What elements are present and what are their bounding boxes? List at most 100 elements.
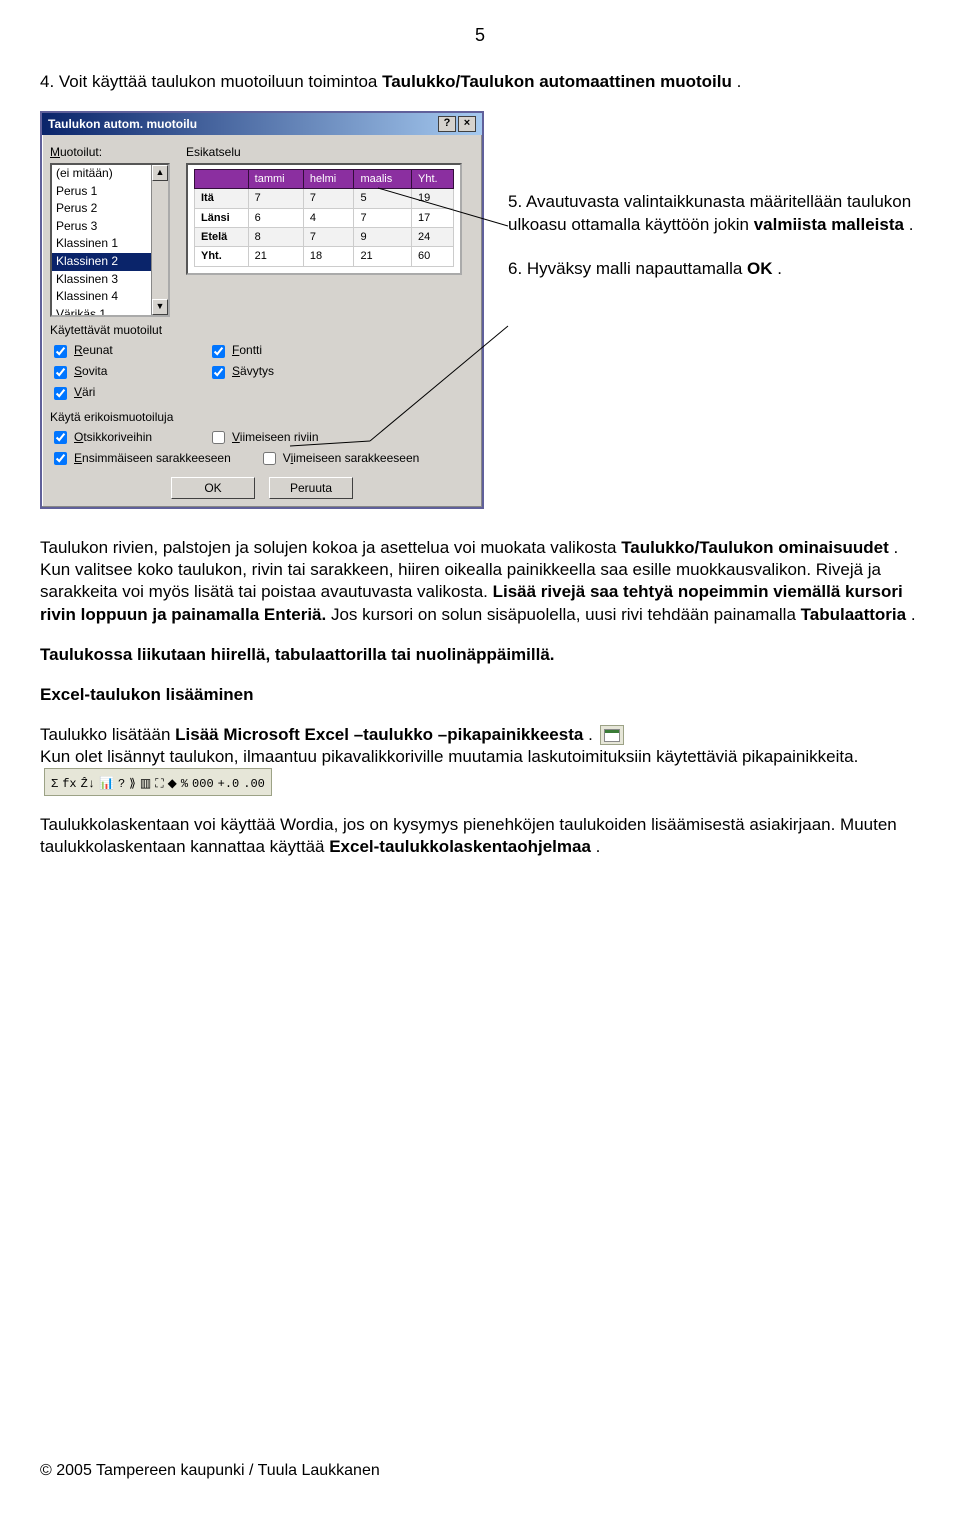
preview-cell: Etelä [195, 227, 249, 246]
main-text3: Jos kursori on solun sisäpuolella, uusi … [331, 605, 801, 624]
checkbox-label: Ensimmäiseen sarakkeeseen [74, 451, 231, 467]
preview-col-header: tammi [248, 170, 303, 189]
copyright-icon: © [40, 1462, 52, 1479]
toolbar-button-icon: Ẑ↓ [81, 777, 95, 793]
checkbox-input[interactable] [54, 431, 67, 444]
preview-col-header: maalis [354, 170, 412, 189]
dialog-title: Taulukon autom. muotoilu [48, 117, 197, 133]
ok-button[interactable]: OK [171, 477, 255, 499]
preview-cell: 4 [303, 208, 354, 227]
formats-label: Muotoilut: [50, 145, 170, 161]
formats-listbox[interactable]: (ei mitään)Perus 1Perus 2Perus 3Klassine… [50, 163, 170, 317]
checkbox-option[interactable]: Otsikkoriveihin [50, 428, 180, 447]
checkbox-input[interactable] [263, 452, 276, 465]
preview-cell: 8 [248, 227, 303, 246]
preview-cell: 60 [412, 247, 454, 266]
preview-cell: 5 [354, 189, 412, 208]
preview-cell: 21 [248, 247, 303, 266]
excel1-suffix: . [588, 725, 597, 744]
toolbar-button-icon: .00 [243, 777, 265, 793]
excel1-bold: Lisää Microsoft Excel –taulukko –pikapai… [175, 725, 583, 744]
preview-cell: 19 [412, 189, 454, 208]
checkbox-option[interactable]: Sovita [50, 363, 180, 382]
checkbox-option[interactable]: Sävytys [208, 363, 338, 382]
checkbox-input[interactable] [54, 345, 67, 358]
preview-table: tammihelmimaalisYht.Itä77519Länsi64717Et… [194, 169, 454, 266]
used-formats-label: Käytettävät muotoilut [50, 323, 474, 339]
preview-cell: 7 [248, 189, 303, 208]
titlebar-help-button[interactable]: ? [438, 116, 456, 132]
step4-text: 4. Voit käyttää taulukon muotoiluun toim… [40, 72, 382, 91]
autoformat-dialog: Taulukon autom. muotoilu ? × Muotoilut: … [40, 111, 484, 509]
step4-paragraph: 4. Voit käyttää taulukon muotoiluun toim… [40, 71, 920, 93]
toolbar-button-icon: ⛶ [155, 777, 163, 793]
preview-cell: 21 [354, 247, 412, 266]
preview-box: tammihelmimaalisYht.Itä77519Länsi64717Et… [186, 163, 462, 274]
preview-col-header: Yht. [412, 170, 454, 189]
excel-toolbar-icons: ΣfxẐ↓📊?⟫▥⛶◆%000+.0.00 [44, 768, 272, 796]
titlebar-close-button[interactable]: × [458, 116, 476, 132]
checkbox-option[interactable]: Fontti [208, 342, 338, 361]
footer: © 2005 Tampereen kaupunki / Tuula Laukka… [40, 1461, 380, 1482]
toolbar-button-icon: +.0 [218, 777, 240, 793]
excel1-prefix: Taulukko lisätään [40, 725, 175, 744]
checkbox-input[interactable] [212, 345, 225, 358]
checkbox-label: Fontti [232, 343, 262, 359]
checkbox-input[interactable] [54, 387, 67, 400]
step6-text: 6. Hyväksy malli napauttamalla [508, 259, 747, 278]
checkbox-label: Reunat [74, 343, 113, 359]
step4-suffix: . [737, 72, 742, 91]
main-bold3: Tabulaattoria [801, 605, 906, 624]
main-bold1: Taulukko/Taulukon ominaisuudet [621, 538, 889, 557]
toolbar-button-icon: ◆ [168, 777, 177, 793]
preview-cell: 7 [354, 208, 412, 227]
preview-cell: 6 [248, 208, 303, 227]
scroll-down-button[interactable]: ▼ [152, 299, 168, 315]
toolbar-button-icon: ⟫ [129, 777, 136, 793]
checkbox-option[interactable]: Reunat [50, 342, 180, 361]
outro-paragraph: Taulukkolaskentaan voi käyttää Wordia, j… [40, 814, 920, 858]
preview-cell: 7 [303, 189, 354, 208]
checkbox-option[interactable]: Väri [50, 384, 180, 403]
checkbox-label: Sovita [74, 364, 107, 380]
checkbox-input[interactable] [54, 452, 67, 465]
checkbox-input[interactable] [212, 431, 225, 444]
outro-suffix: . [596, 837, 601, 856]
checkbox-input[interactable] [54, 366, 67, 379]
listbox-scrollbar[interactable]: ▲ ▼ [151, 165, 168, 315]
preview-cell: Yht. [195, 247, 249, 266]
main-paragraph: Taulukon rivien, palstojen ja solujen ko… [40, 537, 920, 625]
step5-bold: valmiista malleista [754, 215, 904, 234]
cancel-button[interactable]: Peruuta [269, 477, 353, 499]
toolbar-button-icon: 000 [192, 777, 214, 793]
excel-paragraph1: Taulukko lisätään Lisää Microsoft Excel … [40, 724, 920, 796]
checkbox-label: Viimeiseen riviin [232, 430, 319, 446]
step5-paragraph: 5. Avautuvasta valintaikkunasta määritel… [508, 191, 920, 235]
preview-cell: 9 [354, 227, 412, 246]
preview-cell: 7 [303, 227, 354, 246]
formats-checkbox-group: Reunat Fontti Sovita Sävytys Väri [50, 341, 474, 404]
main-text1: Taulukon rivien, palstojen ja solujen ko… [40, 538, 616, 557]
outro-bold: Excel-taulukkolaskentaohjelmaa [329, 837, 591, 856]
checkbox-option[interactable]: Viimeiseen riviin [208, 428, 338, 447]
scroll-up-button[interactable]: ▲ [152, 165, 168, 181]
preview-label: Esikatselu [186, 145, 474, 161]
checkbox-input[interactable] [212, 366, 225, 379]
checkbox-label: Otsikkoriveihin [74, 430, 152, 446]
step6-paragraph: 6. Hyväksy malli napauttamalla OK . [508, 258, 920, 280]
preview-cell: 18 [303, 247, 354, 266]
special-formats-label: Käytä erikoismuotoiluja [50, 410, 474, 426]
step5-suffix: . [909, 215, 914, 234]
toolbar-button-icon: % [181, 777, 188, 793]
special-checkbox-group: Otsikkoriveihin Viimeiseen riviinEnsimmäi… [50, 427, 474, 469]
toolbar-button-icon: ▥ [140, 777, 151, 793]
move-instructions: Taulukossa liikutaan hiirellä, tabulaatt… [40, 644, 920, 666]
preview-cell: 17 [412, 208, 454, 227]
toolbar-button-icon: fx [62, 777, 76, 793]
checkbox-label: Viimeiseen sarakkeeseen [283, 451, 420, 467]
step6-suffix: . [777, 259, 782, 278]
checkbox-option[interactable]: Viimeiseen sarakkeeseen [259, 449, 420, 468]
toolbar-button-icon: 📊 [99, 777, 114, 793]
footer-text: 2005 Tampereen kaupunki / Tuula Laukkane… [56, 1462, 380, 1479]
checkbox-option[interactable]: Ensimmäiseen sarakkeeseen [50, 449, 231, 468]
